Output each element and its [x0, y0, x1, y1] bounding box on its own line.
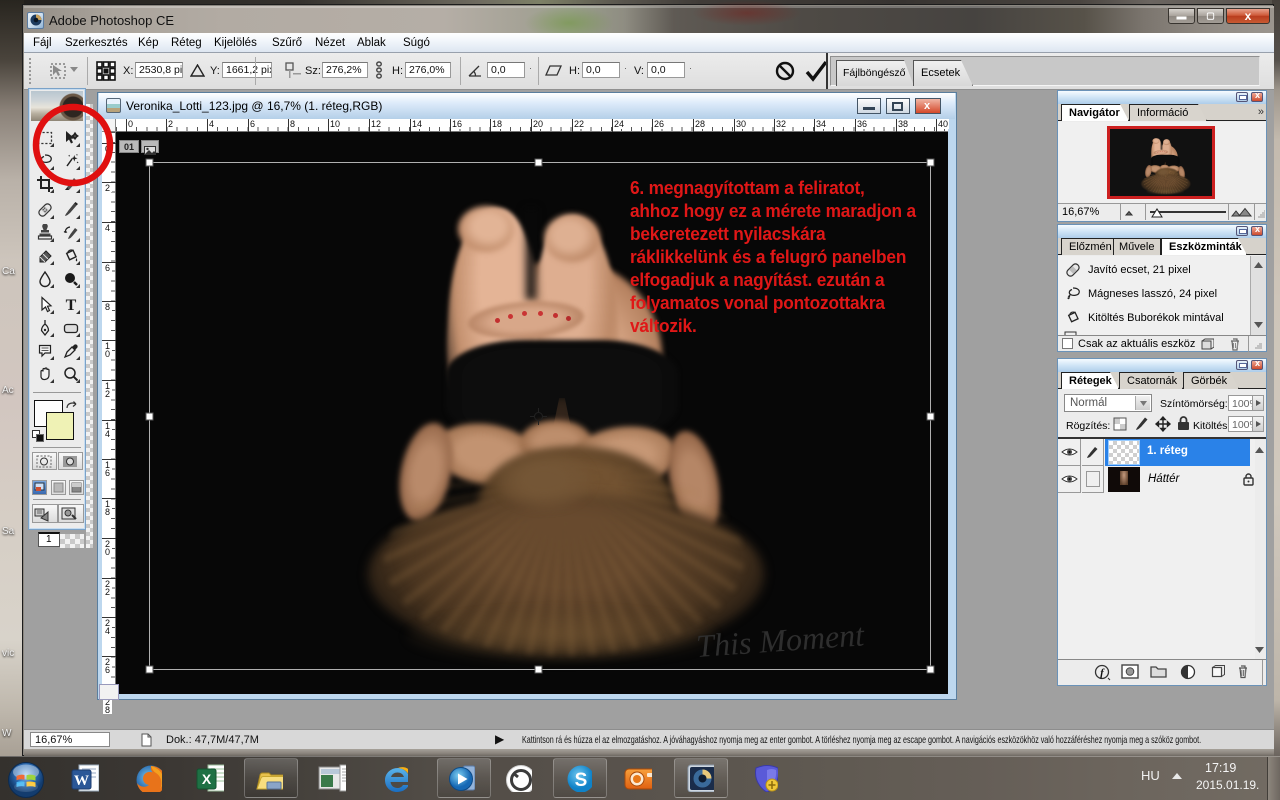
svg-text:X: X: [202, 771, 212, 787]
svg-text:W: W: [74, 773, 89, 789]
svg-text:S: S: [575, 770, 588, 791]
svg-text:f: f: [1100, 667, 1105, 679]
svg-text:T: T: [66, 297, 77, 314]
